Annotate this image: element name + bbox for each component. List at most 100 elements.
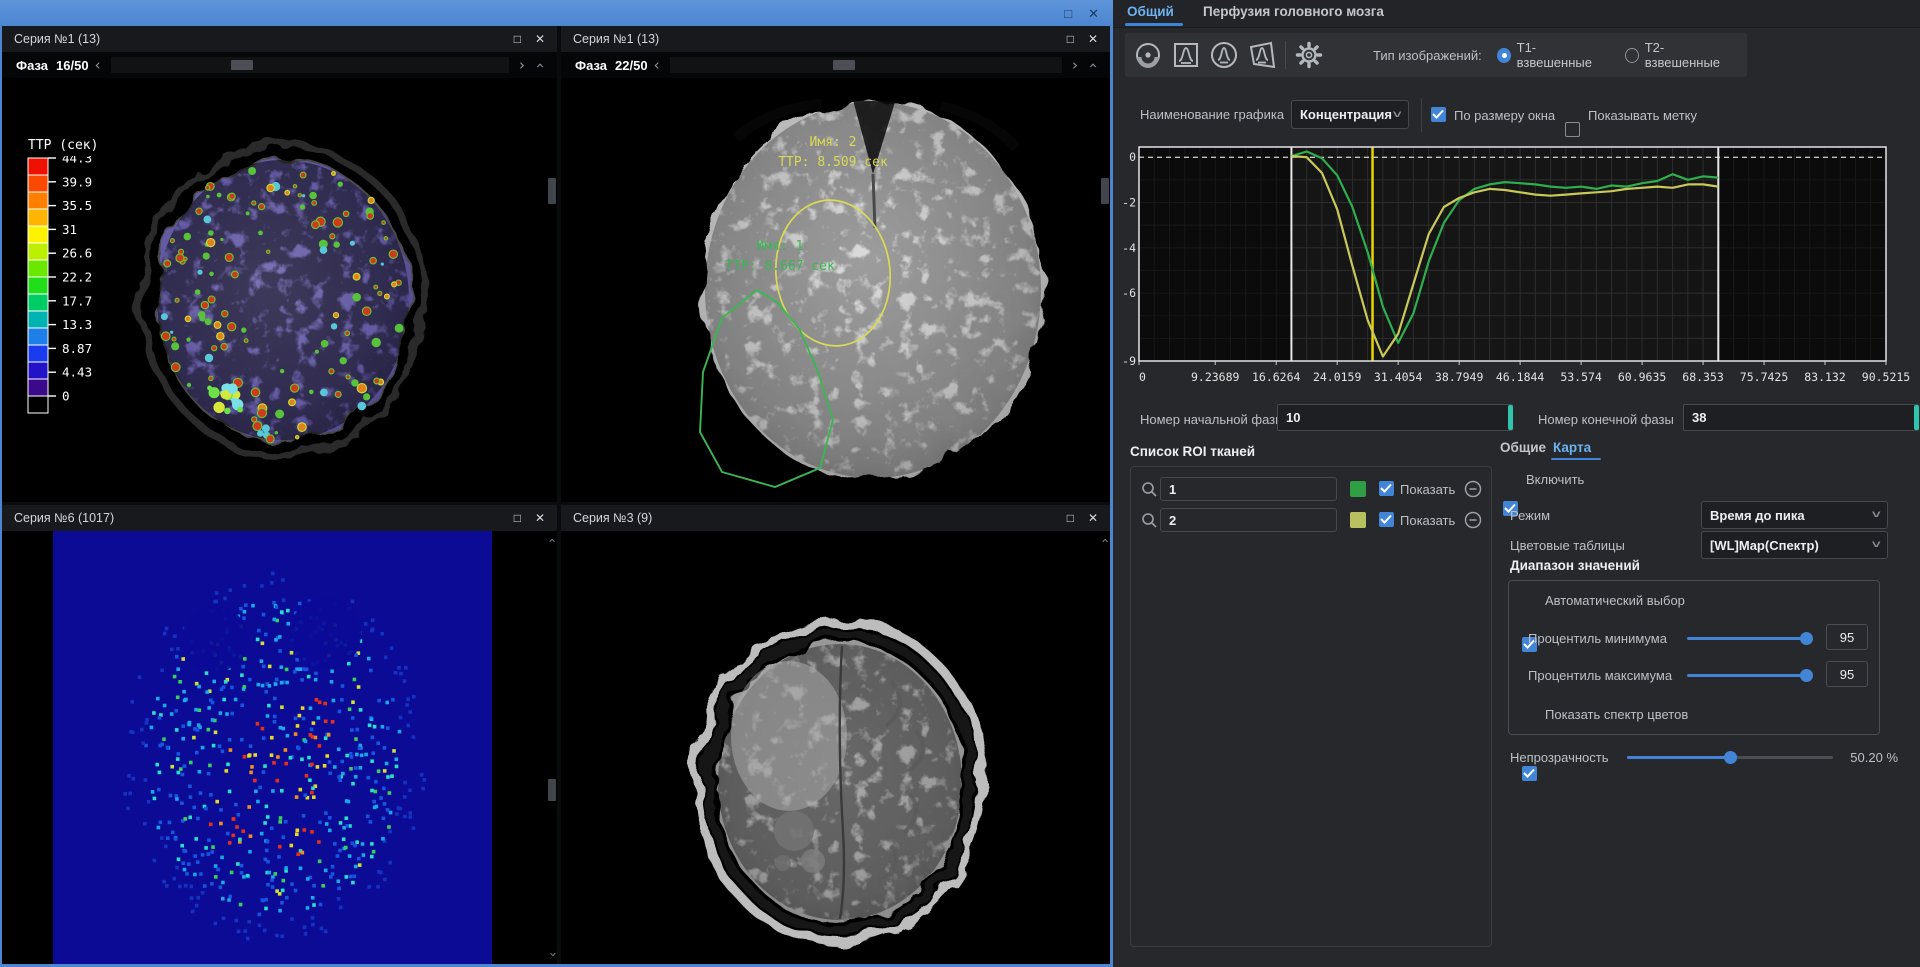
phase-thumb[interactable] — [833, 60, 855, 70]
viewport-maximize-icon[interactable]: □ — [1067, 33, 1074, 45]
remove-roi-icon[interactable] — [1464, 480, 1482, 498]
percentile-min-label: Процентиль минимума — [1528, 631, 1667, 646]
roi-color-swatch[interactable] — [1350, 481, 1366, 497]
search-icon — [1141, 512, 1157, 528]
tab-map[interactable]: Карта — [1553, 440, 1591, 455]
mri-image-roi[interactable]: Имя: 2 TTP: 8.509 сек Имя: 1 TTP: 8.667 … — [561, 78, 1110, 502]
image-type-radio-1[interactable] — [1497, 48, 1511, 63]
scroll-up-icon[interactable]: › — [1099, 538, 1110, 543]
x-axis-tick-label: 0 — [1139, 370, 1146, 384]
phase-prev-icon[interactable]: ‹ — [648, 58, 666, 73]
brain-t1-image — [561, 531, 1110, 964]
show-spectrum-checkbox[interactable] — [1522, 766, 1537, 781]
mode-select[interactable]: Время до пика ˅ — [1701, 501, 1888, 529]
tab-common[interactable]: Общие — [1500, 440, 1546, 455]
viewport-titlebar: Серия №6 (1017) □ ✕ — [2, 505, 557, 531]
series-title: Серия №6 (1017) — [14, 511, 500, 525]
vertical-scroll-thumb[interactable] — [548, 779, 556, 801]
roi-name-input[interactable] — [1160, 508, 1337, 532]
mri-image-ttp-overlay[interactable]: TTP (сек) 44.339.935.53126.622.217.713.3… — [2, 78, 557, 502]
phase-thumb[interactable] — [231, 60, 253, 70]
ttp-legend-tick-label: 22.2 — [62, 270, 92, 285]
viewport-top-right[interactable]: Серия №1 (13) □ ✕ Фаза 22/50 ‹ › › — [561, 26, 1110, 502]
percentile-max-label: Процентиль максимума — [1528, 668, 1672, 683]
viewport-close-icon[interactable]: ✕ — [1088, 33, 1098, 45]
mode-value: Время до пика — [1710, 508, 1805, 523]
graph-name-select[interactable]: Концентрация ˅ — [1291, 100, 1409, 129]
image-type-option-label[interactable]: Т1-взвешенные — [1517, 40, 1603, 70]
color-table-select[interactable]: [WL]Map(Спектр) ˅ — [1701, 531, 1888, 559]
viewport-bottom-left[interactable]: Серия №6 (1017) □ ✕ › › — [2, 505, 557, 964]
roi-name-input[interactable] — [1160, 477, 1337, 501]
opacity-slider[interactable] — [1627, 756, 1833, 759]
phase-next-icon[interactable]: › — [513, 58, 531, 73]
tab-general[interactable]: Общий — [1127, 4, 1174, 19]
percentile-max-slider[interactable] — [1687, 674, 1813, 677]
phase-scrollbar: Фаза 22/50 ‹ › › — [561, 52, 1110, 78]
image-type-box: Тип изображений: Т1-взвешенные Т2-взвешен… — [1357, 33, 1747, 77]
end-phase-input[interactable] — [1683, 404, 1919, 431]
viewport-close-icon[interactable]: ✕ — [1088, 512, 1098, 524]
t1-image[interactable]: › — [561, 531, 1110, 964]
percentile-min-slider[interactable] — [1687, 637, 1813, 640]
viewport-bottom-right[interactable]: Серия №3 (9) □ ✕ — [561, 505, 1110, 964]
phase-next-icon[interactable]: › — [1066, 58, 1084, 73]
image-type-option-label[interactable]: Т2-взвешенные — [1645, 40, 1731, 70]
image-type-radio-2[interactable] — [1625, 48, 1639, 63]
series-title: Серия №1 (13) — [14, 32, 500, 46]
x-axis-tick-label: 16.6264 — [1252, 370, 1301, 384]
fit-window-checkbox[interactable] — [1431, 107, 1446, 122]
phase-track[interactable] — [670, 57, 1062, 73]
panel-tabbar: Общий Перфузия головного мозга — [1113, 0, 1920, 28]
viewport-maximize-icon[interactable]: □ — [514, 512, 521, 524]
curve-circle-icon[interactable] — [1205, 36, 1243, 74]
phase-prev-icon[interactable]: ‹ — [89, 58, 107, 73]
viewport-maximize-icon[interactable]: □ — [1067, 512, 1074, 524]
active-tab-underline — [1125, 23, 1183, 26]
search-icon — [1141, 481, 1157, 497]
scroll-down-icon[interactable]: › — [546, 952, 557, 957]
window-maximize-icon[interactable]: □ — [1064, 7, 1072, 20]
tab-brain-perfusion[interactable]: Перфузия головного мозга — [1203, 4, 1384, 19]
scroll-up-icon[interactable]: › — [533, 56, 548, 74]
percentile-max-knob[interactable] — [1800, 669, 1813, 682]
percentile-min-knob[interactable] — [1800, 632, 1813, 645]
settings-gear-icon[interactable] — [1290, 36, 1328, 74]
window-close-icon[interactable]: ✕ — [1088, 7, 1099, 20]
perfusion-map-icon[interactable] — [1129, 36, 1167, 74]
scroll-up-icon[interactable]: › — [1086, 56, 1101, 74]
x-axis-tick-label: 46.1844 — [1496, 370, 1545, 384]
vertical-scroll-thumb[interactable] — [548, 178, 556, 204]
ttp-legend-tick-label: 44.3 — [62, 156, 92, 166]
viewer-window-titlebar[interactable]: □ ✕ — [0, 0, 1113, 26]
remove-roi-icon[interactable] — [1464, 511, 1482, 529]
viewport-maximize-icon[interactable]: □ — [514, 33, 521, 45]
viewport-close-icon[interactable]: ✕ — [535, 512, 545, 524]
start-phase-label: Номер начальной фазы — [1140, 412, 1284, 427]
vertical-scroll-thumb[interactable] — [1101, 178, 1109, 204]
phase-track[interactable] — [111, 57, 509, 73]
curve-skew-icon[interactable] — [1243, 36, 1281, 74]
image-type-label: Тип изображений: — [1373, 48, 1482, 63]
end-phase-spin-handle[interactable] — [1914, 405, 1919, 430]
roi-show-checkbox[interactable] — [1379, 512, 1394, 527]
roi-1-name-label: Имя: 1 — [757, 239, 804, 254]
viewport-top-left[interactable]: Серия №1 (13) □ ✕ Фаза 16/50 ‹ › › — [2, 26, 557, 502]
x-axis-tick-label: 90.5215 — [1862, 370, 1910, 384]
start-phase-input[interactable] — [1277, 404, 1513, 431]
roi-color-swatch[interactable] — [1350, 512, 1366, 528]
percentile-min-value[interactable]: 95 — [1826, 624, 1868, 650]
viewport-close-icon[interactable]: ✕ — [535, 33, 545, 45]
opacity-knob[interactable] — [1724, 751, 1737, 764]
roi-show-checkbox[interactable] — [1379, 481, 1394, 496]
concentration-chart[interactable]: 0-2-4-6-909.2368916.626424.015931.405438… — [1123, 142, 1913, 392]
enable-map-label: Включить — [1526, 472, 1584, 487]
show-mark-checkbox[interactable] — [1565, 122, 1580, 137]
curve-rect-icon[interactable] — [1167, 36, 1205, 74]
graph-name-label: Наименование графика — [1140, 107, 1284, 122]
scroll-up-icon[interactable]: › — [546, 538, 557, 543]
start-phase-spin-handle[interactable] — [1508, 405, 1513, 430]
percentile-max-value[interactable]: 95 — [1826, 661, 1868, 687]
perfusion-map-image[interactable]: › › — [2, 531, 557, 964]
mri-perfusion-app: □ ✕ Серия №1 (13) □ ✕ Фаза 16/50 ‹ › — [0, 0, 1920, 967]
